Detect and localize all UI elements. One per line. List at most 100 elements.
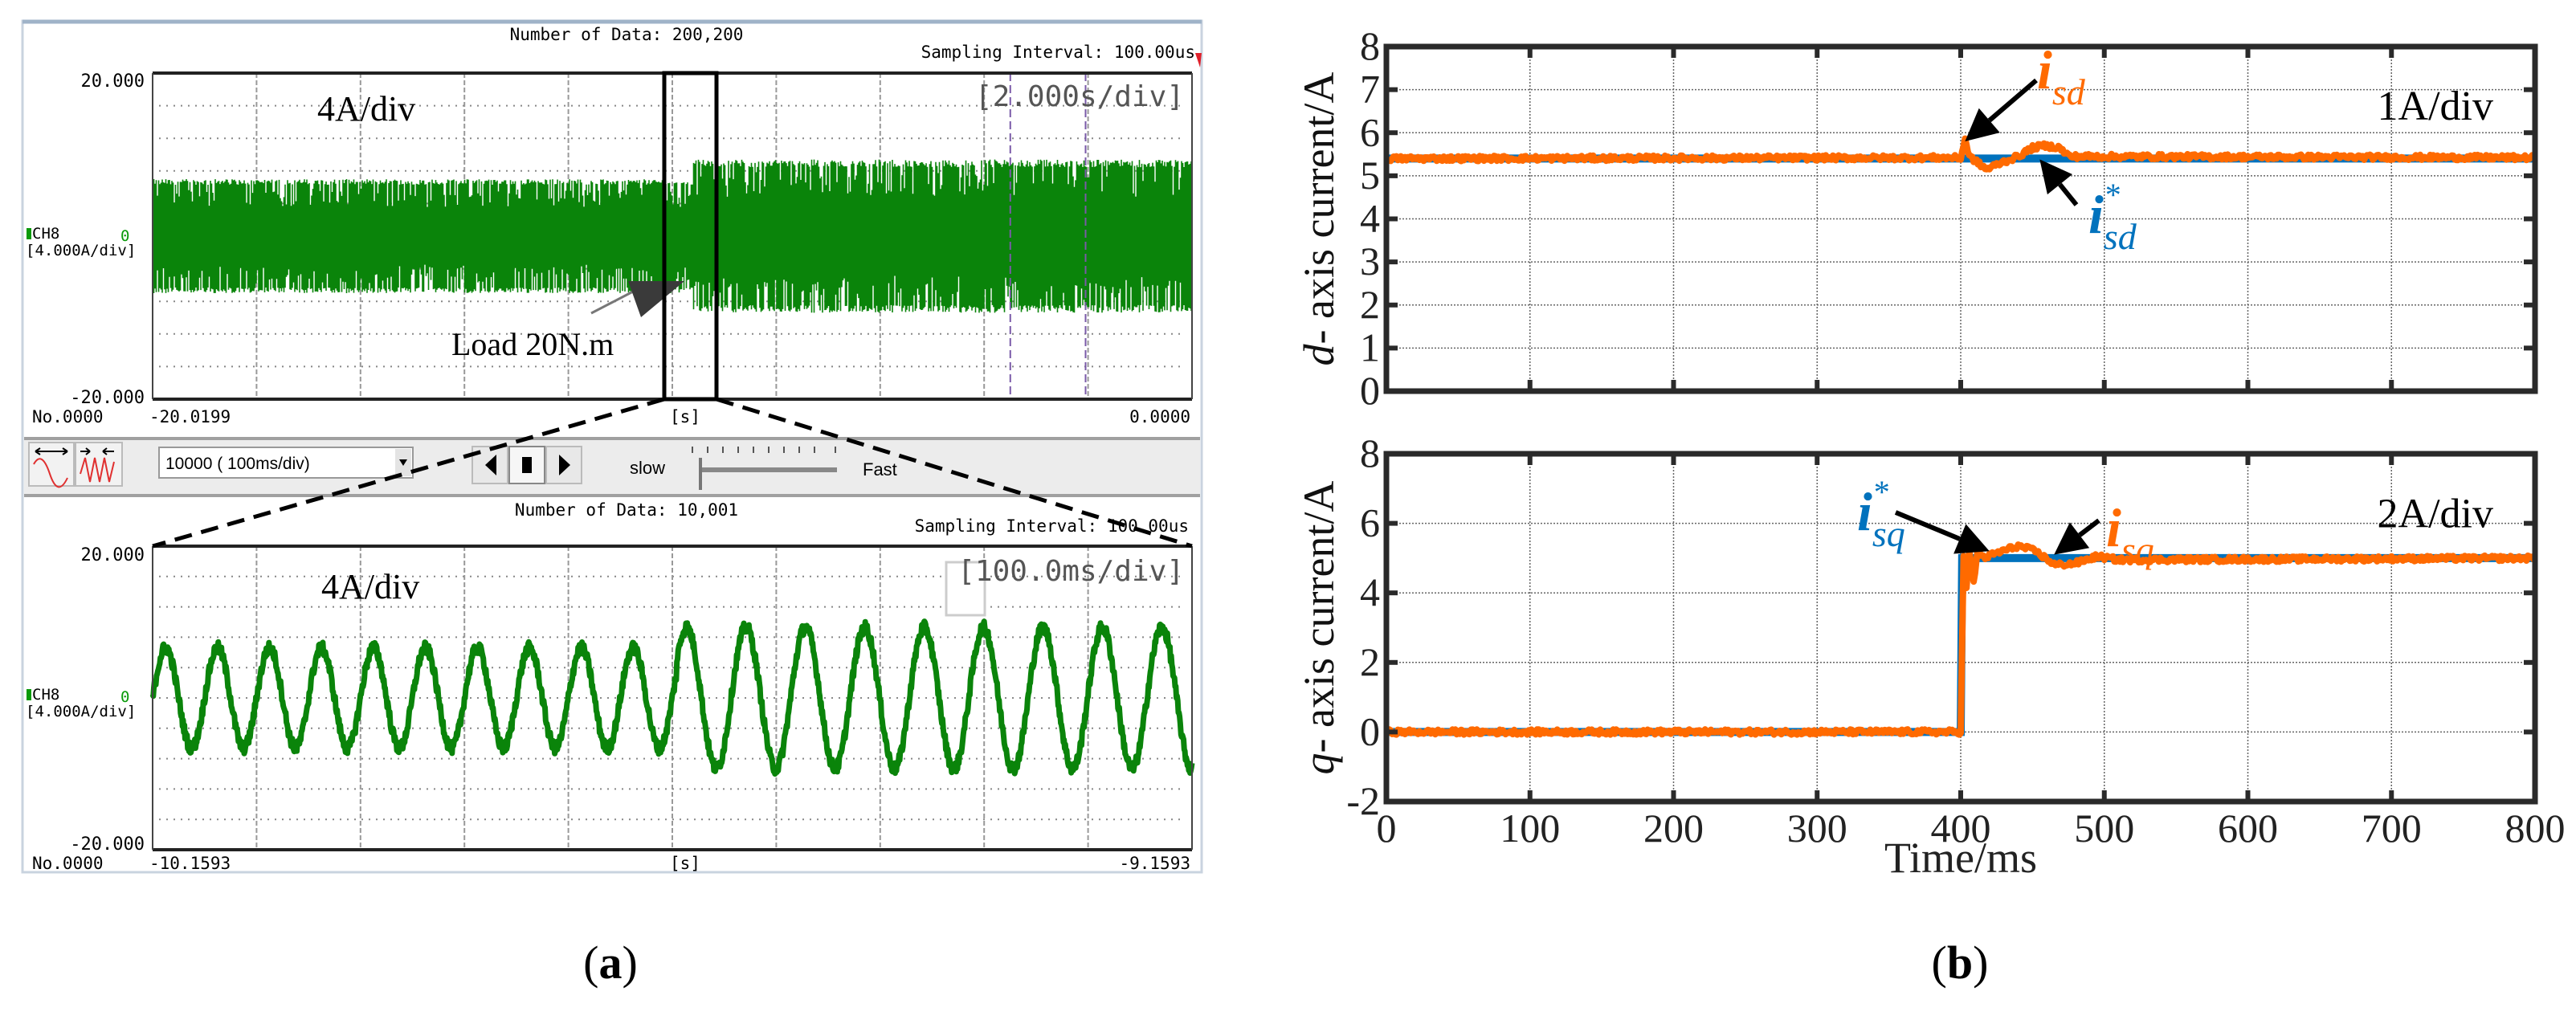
caption-paren: ): [623, 936, 638, 989]
x-tick-label: 800: [2505, 806, 2566, 851]
x-start-label: -10.1593: [149, 854, 231, 873]
x-end-label: 0.0000: [1129, 407, 1190, 426]
scope-toolbar: 10000 ( 100ms/div) slow Fast: [24, 437, 1200, 497]
y-min-label: -20.000: [70, 834, 145, 855]
y-max-label: 20.000: [81, 545, 145, 565]
y-tick-label: 7: [1360, 67, 1380, 112]
y-axis-label: d- axis current/A: [1295, 72, 1343, 366]
y-axis-label-rest: - axis current/A: [1295, 72, 1343, 345]
x-tick-label: 300: [1787, 806, 1847, 851]
x-axis-label: Time/ms: [1884, 834, 2037, 882]
series-label-main: i: [2037, 39, 2052, 100]
y-min-label: -20.000: [70, 388, 145, 408]
caption-paren: ): [1973, 936, 1988, 989]
channel-color-icon: [27, 689, 31, 700]
series-label-sup: *: [1872, 474, 1888, 510]
annotation-arrow-shaft: [2078, 518, 2100, 537]
x-tick-label: 200: [1643, 806, 1704, 851]
y-tick-label: 6: [1360, 109, 1380, 154]
zero-marker: 0: [120, 688, 129, 706]
series-label-sub: sd: [2104, 216, 2137, 257]
series-label: i* sd: [2088, 177, 2137, 257]
slider-track: [700, 467, 837, 472]
x-start-label: -20.0199: [149, 407, 231, 426]
series-measured-line: [1383, 541, 2537, 738]
channel-label: CH8: [32, 225, 59, 243]
series-label-sup: *: [2104, 177, 2120, 213]
y-max-label: 20.000: [81, 71, 145, 92]
series-label-main: i: [2088, 184, 2104, 245]
zero-marker: 0: [120, 227, 129, 245]
caption-paren: (: [583, 936, 598, 989]
d-axis-current-chart: 012345678d- axis current/A 1A/divisdi* sd: [1295, 23, 2538, 413]
y-tick-label: 2: [1360, 639, 1380, 684]
series-label-main: i: [2106, 497, 2121, 558]
annotation-arrow-shaft: [1987, 78, 2038, 123]
record-length-value: 10000 ( 100ms/div): [165, 455, 310, 473]
timebase-label: [2.000s/div]: [975, 80, 1184, 113]
x-tick-label: 500: [2074, 806, 2134, 851]
record-number-label: No.0000: [32, 854, 104, 873]
series-label-sub: sq: [2121, 529, 2154, 570]
channel-color-icon: [27, 228, 31, 239]
scale-annotation: 4A/div: [317, 89, 415, 129]
slow-label: slow: [630, 458, 665, 478]
y-axis-label: q- axis current/A: [1295, 481, 1343, 775]
caption-letter: a: [599, 936, 623, 989]
y-tick-label: 8: [1360, 430, 1380, 475]
scope-top: Number of Data: 200,200 Sampling Interva…: [26, 25, 1202, 426]
x-tick-label: 600: [2218, 806, 2278, 851]
panel-a-oscilloscope: Number of Data: 200,200 Sampling Interva…: [21, 19, 1203, 874]
y-tick-label: 4: [1360, 569, 1380, 614]
y-tick-label: 4: [1360, 196, 1380, 241]
series-label-sub: sq: [1872, 513, 1905, 554]
y-axis-label-italic: d: [1295, 343, 1343, 365]
stop-button[interactable]: [508, 446, 545, 484]
y-axis-label-italic: q: [1295, 753, 1343, 774]
scroll-right-button[interactable]: [545, 446, 582, 484]
series-label-sub: sd: [2052, 71, 2086, 112]
timebase-label: [100.0ms/div]: [957, 555, 1184, 588]
channel-scale-label: [4.000A/div]: [26, 242, 136, 259]
series-label: i* sq: [1857, 474, 1905, 554]
x-end-label: -9.1593: [1119, 854, 1190, 873]
sampling-interval-label: Sampling Interval: 100.00us: [921, 43, 1195, 62]
x-tick-label: 700: [2362, 806, 2422, 851]
y-tick-label: 0: [1360, 708, 1380, 753]
number-of-data-label: Number of Data: 200,200: [510, 25, 744, 44]
channel-label: CH8: [32, 686, 59, 704]
q-axis-current-chart: -2024680 100 200 300 400 500 600 700 800Time/msq…: [1295, 430, 2566, 882]
stop-icon: [522, 457, 532, 473]
record-number-label: No.0000: [32, 407, 104, 426]
scale-annotation: 4A/div: [321, 567, 419, 606]
y-tick-label: 2: [1360, 282, 1380, 327]
load-label: Load 20N.m: [451, 326, 614, 362]
y-tick-label: 3: [1360, 239, 1380, 284]
fast-label: Fast: [863, 459, 897, 479]
y-tick-label: 6: [1360, 500, 1380, 545]
channel-scale-label: [4.000A/div]: [26, 703, 136, 720]
number-of-data-label: Number of Data: 10,001: [515, 500, 738, 520]
annotation-arrow-head-icon: [2039, 159, 2073, 195]
zoom-in-time-button[interactable]: [75, 442, 123, 487]
annotation-arrow-shaft: [2058, 182, 2079, 206]
x-unit-label: [s]: [670, 854, 700, 873]
record-length-select[interactable]: 10000 ( 100ms/div): [158, 447, 414, 479]
y-tick-label: -2: [1346, 778, 1380, 823]
y-axis-label-rest: - axis current/A: [1295, 481, 1343, 753]
y-tick-label: 8: [1360, 23, 1380, 68]
series-label: isd: [2037, 39, 2086, 112]
scale-annotation: 1A/div: [2378, 84, 2493, 129]
scale-annotation: 2A/div: [2378, 492, 2493, 537]
caption-letter: b: [1947, 936, 1973, 989]
panel-a-caption: (a): [583, 936, 638, 989]
y-tick-label: 5: [1360, 153, 1380, 198]
panel-b-caption: (b): [1932, 936, 1989, 989]
series-label-main: i: [1857, 481, 1872, 542]
annotation-arrow-head-icon: [2054, 522, 2090, 555]
scope-bottom: Number of Data: 10,001 Sampling Interval…: [26, 500, 1195, 873]
zoom-out-time-button[interactable]: [28, 442, 75, 488]
x-unit-label: [s]: [670, 407, 700, 426]
y-tick-label: 0: [1360, 368, 1380, 413]
slider-thumb[interactable]: [699, 458, 702, 490]
